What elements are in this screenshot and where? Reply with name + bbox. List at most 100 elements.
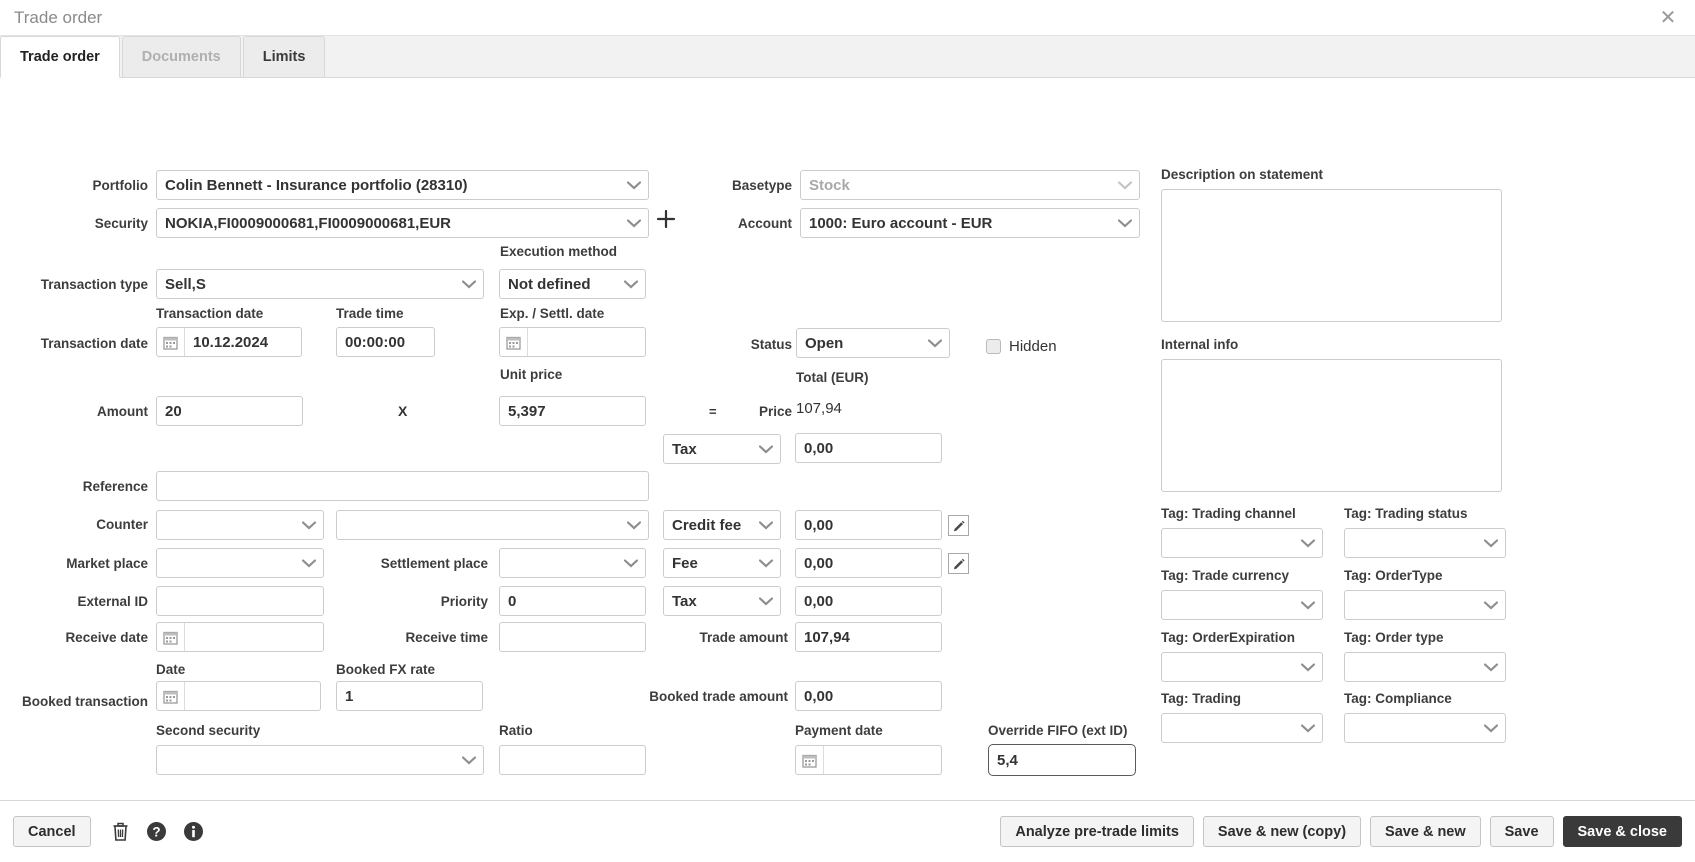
priority-input[interactable]: 0 <box>499 586 646 616</box>
chevron-down-icon <box>1301 662 1315 672</box>
transaction-date-value: 10.12.2024 <box>193 333 269 351</box>
security-value: NOKIA,FI0009000681,FI0009000681,EUR <box>165 214 452 232</box>
second-security-select[interactable] <box>156 745 484 775</box>
transaction-type-select[interactable]: Sell,S <box>156 269 484 299</box>
tag-compliance-select[interactable] <box>1344 713 1506 743</box>
calendar-icon[interactable] <box>796 746 824 774</box>
portfolio-value: Colin Bennett - Insurance portfolio (283… <box>165 176 468 194</box>
trade-amount-input[interactable]: 107,94 <box>795 622 942 652</box>
basetype-select[interactable]: Stock <box>800 170 1140 200</box>
tag-trading-channel-select[interactable] <box>1161 528 1323 558</box>
transaction-date-input[interactable]: 10.12.2024 <box>156 327 302 357</box>
calendar-icon[interactable] <box>157 682 185 710</box>
chevron-down-icon <box>1301 723 1315 733</box>
fee-type-value: Fee <box>672 554 698 572</box>
help-circle-icon[interactable]: ? <box>146 821 167 842</box>
fee-amount-input[interactable]: 0,00 <box>795 548 942 578</box>
chevron-down-icon <box>928 338 942 348</box>
edit-pencil-icon[interactable] <box>948 515 969 536</box>
save-and-close-button[interactable]: Save & close <box>1562 816 1682 847</box>
chevron-down-icon <box>1301 600 1315 610</box>
tax-top-type-select[interactable]: Tax <box>663 434 781 464</box>
tag-orderexpiration-select[interactable] <box>1161 652 1323 682</box>
window-title: Trade order <box>14 7 103 27</box>
tag-trade-currency-label: Tag: Trade currency <box>1161 568 1290 583</box>
chevron-down-icon <box>759 520 773 530</box>
trash-icon[interactable] <box>111 821 130 842</box>
save-and-new-button[interactable]: Save & new <box>1370 816 1481 847</box>
unit-price-input[interactable]: 5,397 <box>499 396 646 426</box>
calendar-icon[interactable] <box>157 328 185 356</box>
save-button[interactable]: Save <box>1489 816 1554 847</box>
settlement-place-select[interactable] <box>499 548 646 578</box>
payment-date-input[interactable] <box>795 745 942 775</box>
account-select[interactable]: 1000: Euro account - EUR <box>800 208 1140 238</box>
price-value: 107,94 <box>796 400 842 417</box>
execution-method-select[interactable]: Not defined <box>499 269 646 299</box>
save-and-new-copy-button[interactable]: Save & new (copy) <box>1202 816 1362 847</box>
calendar-icon[interactable] <box>157 623 185 651</box>
chevron-down-icon <box>624 279 638 289</box>
edit-pencil-icon[interactable] <box>948 553 969 574</box>
tag-trading-label: Tag: Trading <box>1161 691 1241 706</box>
tab-trade-order[interactable]: Trade order <box>0 36 120 78</box>
transaction-date-header: Transaction date <box>156 306 264 321</box>
description-on-statement-label: Description on statement <box>1161 167 1324 182</box>
credit-fee-type-select[interactable]: Credit fee <box>663 510 781 540</box>
hidden-label: Hidden <box>1009 338 1057 355</box>
tag-trading-status-select[interactable] <box>1344 528 1506 558</box>
tab-documents[interactable]: Documents <box>121 36 241 77</box>
booked-fx-rate-label: Booked FX rate <box>336 662 436 677</box>
payment-date-value <box>824 746 941 774</box>
status-value: Open <box>805 334 844 352</box>
chevron-down-icon <box>1484 538 1498 548</box>
override-fifo-input[interactable]: 5,4 <box>988 744 1136 776</box>
chevron-down-icon <box>302 558 316 568</box>
chevron-down-icon <box>1118 218 1132 228</box>
close-icon[interactable]: ✕ <box>1655 5 1681 31</box>
amount-input[interactable]: 20 <box>156 396 303 426</box>
amount-label: Amount <box>97 404 148 419</box>
booked-trade-amount-input[interactable]: 0,00 <box>795 681 942 711</box>
calendar-icon[interactable] <box>500 328 528 356</box>
counter-select-1[interactable] <box>156 510 324 540</box>
tax-top-amount-input[interactable]: 0,00 <box>795 433 942 463</box>
receive-time-input[interactable] <box>499 622 646 652</box>
external-id-input[interactable] <box>156 586 324 616</box>
tag-trading-select[interactable] <box>1161 713 1323 743</box>
analyze-pre-trade-limits-button[interactable]: Analyze pre-trade limits <box>1000 816 1194 847</box>
portfolio-select[interactable]: Colin Bennett - Insurance portfolio (283… <box>156 170 649 200</box>
status-select[interactable]: Open <box>796 328 950 358</box>
reference-input[interactable] <box>156 471 649 501</box>
counter-select-2[interactable] <box>336 510 649 540</box>
execution-method-value: Not defined <box>508 275 591 293</box>
info-circle-icon[interactable] <box>183 821 204 842</box>
tag-trade-currency-select[interactable] <box>1161 590 1323 620</box>
chevron-down-icon <box>1301 538 1315 548</box>
tag-order-type-select[interactable] <box>1344 652 1506 682</box>
receive-date-input[interactable] <box>156 622 324 652</box>
tab-limits[interactable]: Limits <box>242 36 326 77</box>
exp-settl-date-label: Exp. / Settl. date <box>500 306 605 321</box>
booked-date-value <box>185 682 320 710</box>
hidden-checkbox[interactable]: Hidden <box>986 338 1057 355</box>
ratio-input[interactable] <box>499 745 646 775</box>
market-place-select[interactable] <box>156 548 324 578</box>
tax-bottom-amount-input[interactable]: 0,00 <box>795 586 942 616</box>
internal-info-textarea[interactable] <box>1161 359 1502 492</box>
fee-type-select[interactable]: Fee <box>663 548 781 578</box>
booked-date-input[interactable] <box>156 681 321 711</box>
credit-fee-amount-input[interactable]: 0,00 <box>795 510 942 540</box>
trade-time-input[interactable]: 00:00:00 <box>336 327 435 357</box>
security-select[interactable]: NOKIA,FI0009000681,FI0009000681,EUR <box>156 208 649 238</box>
description-on-statement-textarea[interactable] <box>1161 189 1502 322</box>
tax-bottom-type-select[interactable]: Tax <box>663 586 781 616</box>
exp-settl-date-input[interactable] <box>499 327 646 357</box>
tax-bottom-type-value: Tax <box>672 592 697 610</box>
chevron-down-icon <box>302 520 316 530</box>
tag-ordertype-select[interactable] <box>1344 590 1506 620</box>
booked-fx-rate-input[interactable]: 1 <box>336 681 483 711</box>
cancel-button[interactable]: Cancel <box>13 816 91 847</box>
chevron-down-icon <box>1118 180 1132 190</box>
chevron-down-icon <box>462 279 476 289</box>
